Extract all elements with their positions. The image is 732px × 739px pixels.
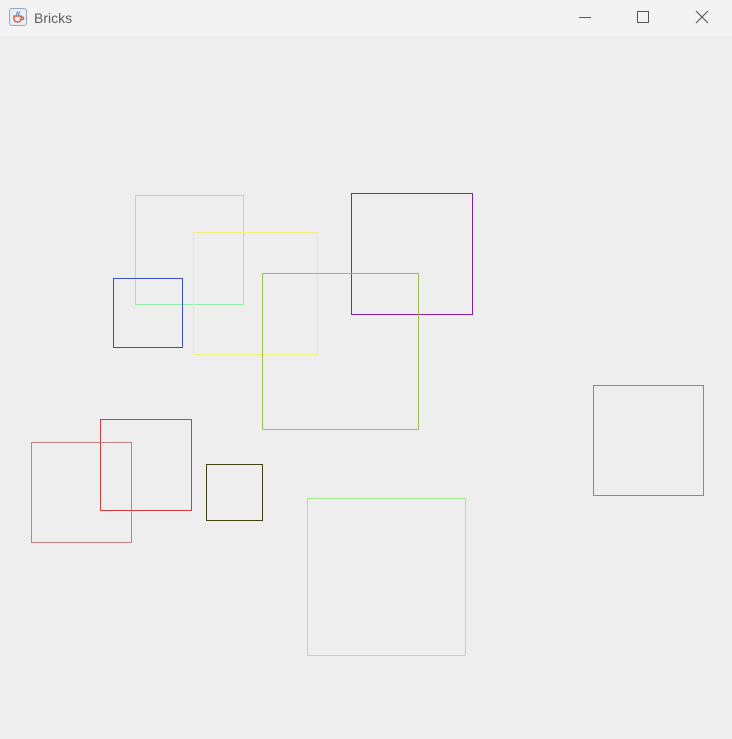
brick-olive-green — [262, 273, 419, 430]
close-icon — [695, 10, 709, 23]
brick-blue — [113, 278, 183, 348]
window-title: Bricks — [34, 10, 73, 26]
maximize-icon — [637, 10, 649, 23]
java-cup-icon[interactable] — [9, 8, 27, 26]
brick-cyan — [593, 385, 704, 496]
app-window: Bricks — [0, 0, 732, 739]
minimize-icon — [579, 16, 591, 18]
minimize-button[interactable] — [562, 0, 608, 33]
maximize-button[interactable] — [620, 0, 666, 33]
drawing-canvas[interactable] — [0, 36, 732, 739]
brick-dark-olive — [206, 464, 263, 521]
title-bar[interactable]: Bricks — [0, 0, 732, 36]
close-button[interactable] — [679, 0, 725, 33]
brick-light-green — [307, 498, 466, 656]
brick-rose — [31, 442, 132, 543]
